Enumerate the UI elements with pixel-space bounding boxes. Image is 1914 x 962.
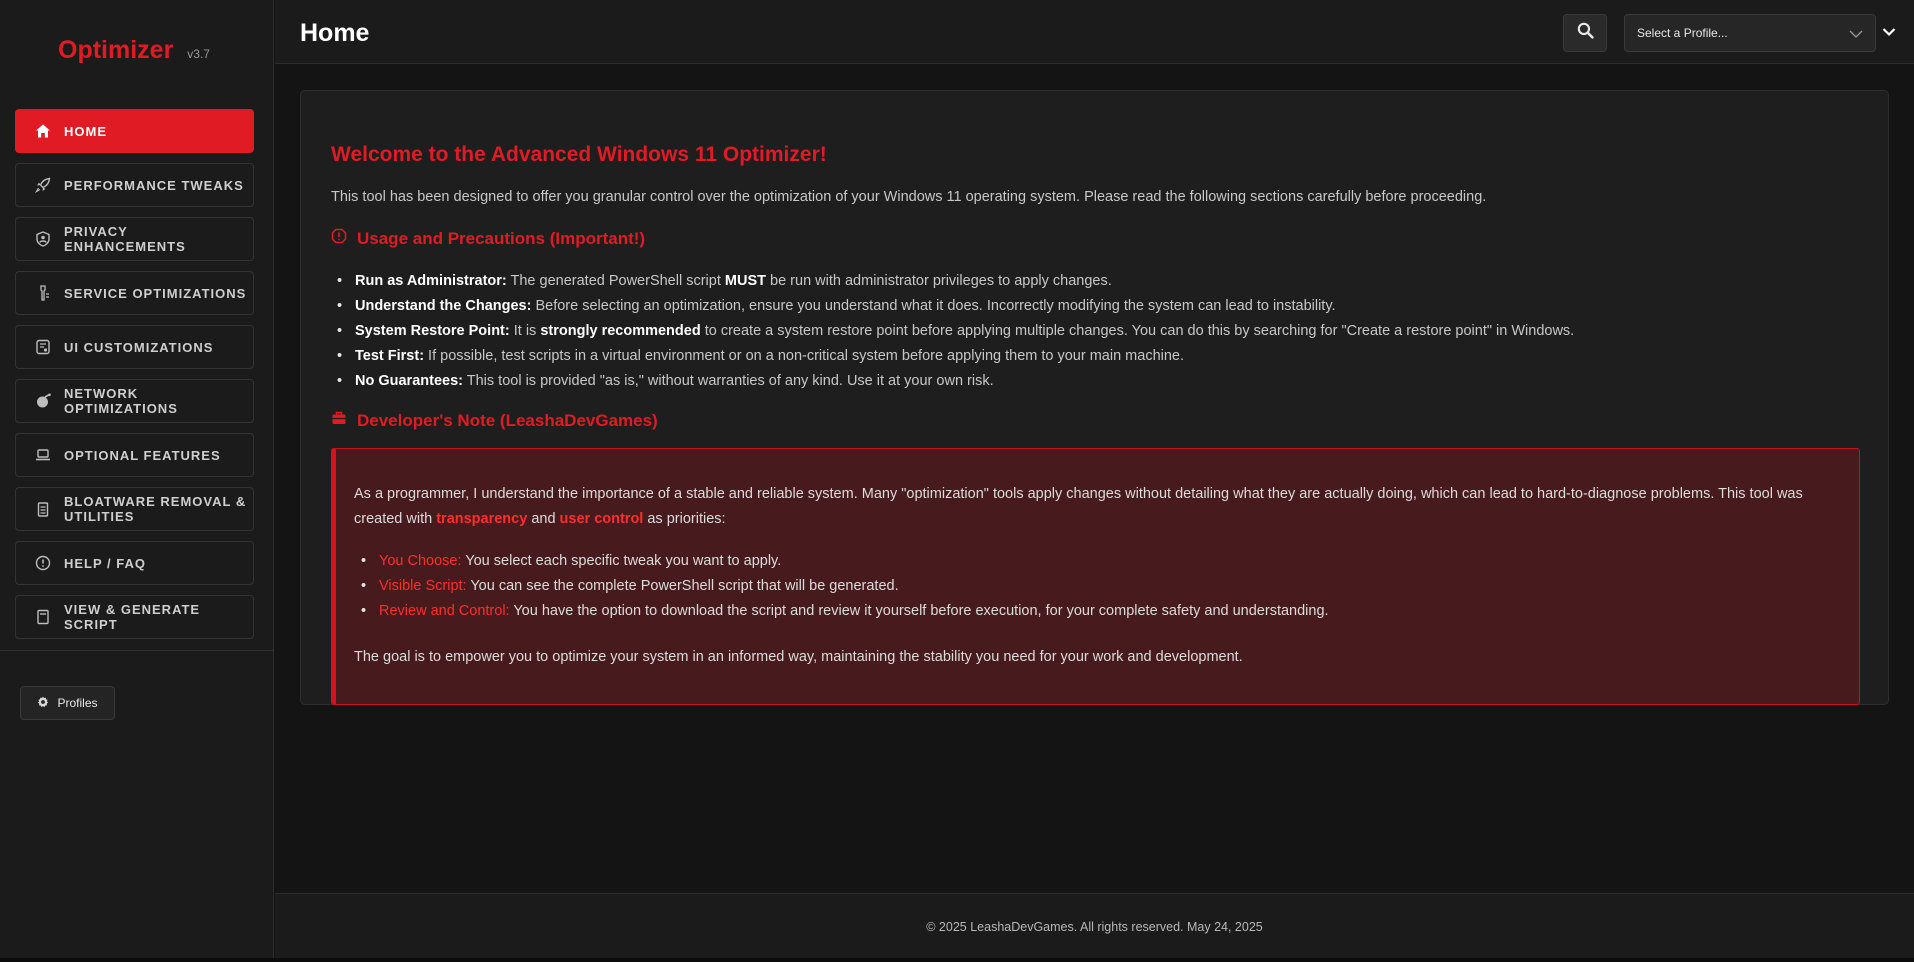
list-item: You Choose: You select each specific twe… [354, 549, 1854, 574]
sidebar-item-network-optimizations[interactable]: NETWORK OPTIMIZATIONS [15, 379, 254, 423]
item-label: Review and Control: [379, 603, 510, 619]
list-item: Test First: If possible, test scripts in… [331, 344, 1851, 369]
item-label: No Guarantees: [355, 373, 463, 389]
intro-text: This tool has been designed to offer you… [331, 189, 1487, 205]
list-item: Review and Control: You have the option … [354, 599, 1854, 624]
search-icon [1577, 22, 1594, 44]
sidebar-item-label: SERVICE OPTIMIZATIONS [64, 285, 247, 301]
sidebar: Optimizer v3.7 HOME PERFORMANCE TWEAKS P… [0, 0, 274, 958]
developer-note-heading: Developer's Note (LeashaDevGames) [331, 410, 658, 431]
item-text: be run with administrator privileges to … [766, 273, 1112, 289]
sidebar-item-privacy-enhancements[interactable]: PRIVACY ENHANCEMENTS [15, 217, 254, 261]
sidebar-item-home[interactable]: HOME [15, 109, 254, 153]
sidebar-item-help-faq[interactable]: HELP / FAQ [15, 541, 254, 585]
service-tools-icon [35, 285, 51, 301]
gear-icon [37, 696, 49, 711]
sidebar-item-label: PRIVACY ENHANCEMENTS [64, 224, 186, 254]
sidebar-nav: HOME PERFORMANCE TWEAKS PRIVACY ENHANCEM… [15, 109, 254, 649]
script-icon [35, 609, 51, 625]
palette-icon [35, 339, 51, 355]
shield-user-icon [35, 231, 51, 247]
main-content: Welcome to the Advanced Windows 11 Optim… [275, 65, 1914, 893]
list-item: System Restore Point: It is strongly rec… [331, 319, 1851, 344]
item-label: System Restore Point: [355, 323, 510, 339]
item-text: Before selecting an optimization, ensure… [531, 298, 1336, 314]
sidebar-item-performance-tweaks[interactable]: PERFORMANCE TWEAKS [15, 163, 254, 207]
rocket-icon [35, 177, 51, 193]
usage-title: Usage and Precautions (Important!) [357, 228, 646, 248]
brand: Optimizer v3.7 [58, 36, 210, 65]
brand-version: v3.7 [187, 47, 210, 61]
app-window: Optimizer v3.7 HOME PERFORMANCE TWEAKS P… [0, 0, 1914, 962]
developer-note-title: Developer's Note (LeashaDevGames) [357, 410, 658, 430]
goal-text: The goal is to empower you to optimize y… [354, 649, 1243, 665]
sidebar-item-bloatware-removal[interactable]: BLOATWARE REMOVAL & UTILITIES [15, 487, 254, 531]
sidebar-item-service-optimizations[interactable]: SERVICE OPTIMIZATIONS [15, 271, 254, 315]
search-button[interactable] [1563, 14, 1607, 52]
item-label: Test First: [355, 348, 425, 364]
sidebar-item-label: HELP / FAQ [64, 555, 146, 571]
item-text: The generated PowerShell script [506, 273, 725, 289]
chevron-down-icon [1849, 28, 1863, 42]
sidebar-item-label: HOME [64, 123, 107, 139]
item-text: You have the option to download the scri… [509, 603, 1329, 619]
chevron-down-icon[interactable] [1882, 24, 1896, 42]
list-item: Run as Administrator: The generated Powe… [331, 269, 1851, 294]
sidebar-item-label: OPTIONAL FEATURES [64, 447, 221, 463]
profiles-button[interactable]: Profiles [20, 686, 115, 720]
item-label: Understand the Changes: [355, 298, 532, 314]
list-item: Understand the Changes: Before selecting… [331, 294, 1851, 319]
item-text: If possible, test scripts in a virtual e… [424, 348, 1185, 364]
alert-icon [331, 228, 347, 249]
item-text: It is [509, 323, 541, 339]
list-item: No Guarantees: This tool is provided "as… [331, 369, 1851, 394]
home-icon [35, 123, 51, 139]
developer-note-paragraph: As a programmer, I understand the import… [354, 482, 1854, 532]
usage-heading: Usage and Precautions (Important!) [331, 228, 645, 249]
sidebar-item-label: BLOATWARE REMOVAL & UTILITIES [64, 494, 247, 524]
item-text: to create a system restore point before … [700, 323, 1575, 339]
profiles-button-label: Profiles [57, 696, 98, 710]
footer-text: © 2025 LeashaDevGames. All rights reserv… [926, 919, 1263, 934]
item-label: Visible Script: [379, 578, 467, 594]
footer: © 2025 LeashaDevGames. All rights reserv… [275, 893, 1914, 959]
developer-note-box: As a programmer, I understand the import… [331, 448, 1860, 705]
item-emphasis: strongly recommended [540, 323, 701, 339]
sidebar-item-label: VIEW & GENERATE SCRIPT [64, 602, 201, 632]
sidebar-item-label: UI CUSTOMIZATIONS [64, 339, 214, 355]
item-text: You select each specific tweak you want … [461, 553, 782, 569]
profile-select-value: Select a Profile... [1637, 26, 1728, 40]
page-title: Home [300, 19, 370, 47]
sidebar-item-optional-features[interactable]: OPTIONAL FEATURES [15, 433, 254, 477]
welcome-title: Welcome to the Advanced Windows 11 Optim… [331, 143, 827, 166]
help-icon [35, 555, 51, 571]
trash-icon [35, 501, 51, 517]
laptop-icon [35, 447, 51, 463]
sidebar-item-ui-customizations[interactable]: UI CUSTOMIZATIONS [15, 325, 254, 369]
sidebar-item-label: PERFORMANCE TWEAKS [64, 177, 244, 193]
sidebar-divider [0, 650, 274, 651]
profile-select[interactable]: Select a Profile... [1624, 14, 1876, 52]
briefcase-icon [331, 410, 347, 431]
note-text: and [527, 511, 560, 527]
item-text: This tool is provided "as is," without w… [462, 373, 994, 389]
note-text: as priorities: [643, 511, 726, 527]
sidebar-item-label: NETWORK OPTIMIZATIONS [64, 386, 178, 416]
network-icon [35, 393, 51, 409]
note-highlight: transparency [436, 511, 528, 527]
item-label: Run as Administrator: [355, 273, 507, 289]
priorities-list: You Choose: You select each specific twe… [354, 549, 1854, 624]
window-bottom-edge [0, 958, 1914, 962]
note-highlight: user control [559, 511, 644, 527]
item-text: You can see the complete PowerShell scri… [466, 578, 899, 594]
sidebar-item-view-generate-script[interactable]: VIEW & GENERATE SCRIPT [15, 595, 254, 639]
brand-name: Optimizer [58, 36, 174, 64]
welcome-card: Welcome to the Advanced Windows 11 Optim… [300, 90, 1889, 705]
list-item: Visible Script: You can see the complete… [354, 574, 1854, 599]
item-label: You Choose: [379, 553, 462, 569]
top-bar: Home Select a Profile... [275, 0, 1914, 64]
usage-list: Run as Administrator: The generated Powe… [331, 269, 1851, 394]
item-emphasis: MUST [724, 273, 766, 289]
